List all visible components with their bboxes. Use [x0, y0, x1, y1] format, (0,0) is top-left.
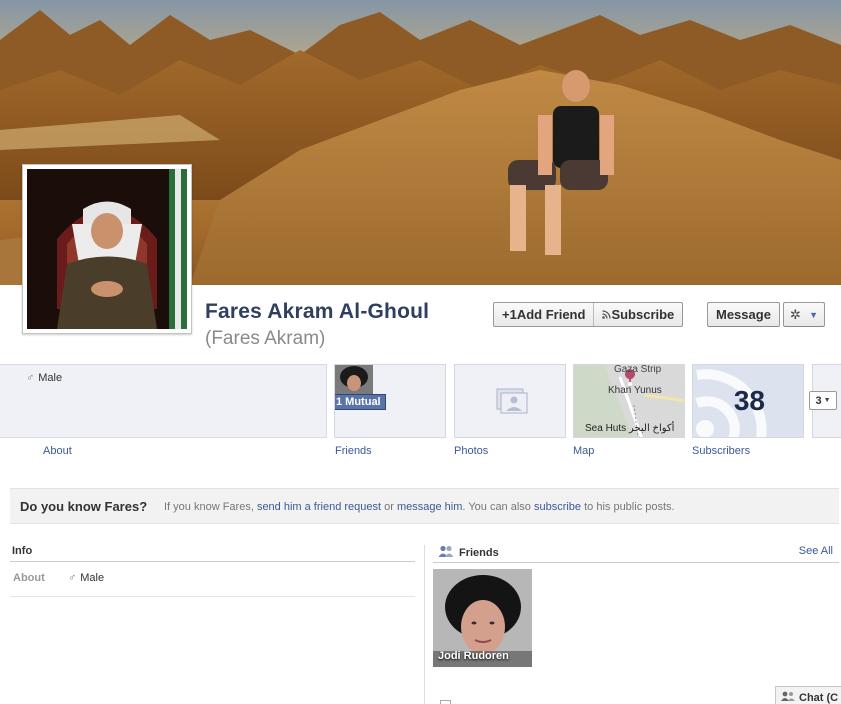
gear-dropdown-button[interactable]: ✲ ▼ [783, 302, 825, 327]
map-label-3: Sea Huts أكواخ البحر [585, 423, 675, 434]
profile-picture[interactable] [22, 164, 192, 334]
about-link[interactable]: About [43, 445, 72, 457]
about-box[interactable]: ♂ Male [0, 364, 327, 438]
friend-subscribe-group: +1 Add Friend Subscribe [493, 302, 684, 327]
male-icon: ♂ [68, 572, 77, 584]
chat-bar-button[interactable]: Chat (C [775, 686, 841, 704]
gender-row: ♂ Male [26, 372, 62, 384]
profile-name: Fares Akram Al-Ghoul [205, 300, 430, 323]
subscribe-link[interactable]: subscribe [534, 501, 581, 513]
do-you-know-bar: Do you know Fares? If you know Fares, se… [10, 488, 839, 524]
know-text-4: to his public posts. [581, 501, 675, 513]
info-heading: Info [12, 545, 33, 557]
add-friend-label: Add Friend [516, 307, 586, 322]
chevron-down-icon: ▼ [809, 309, 818, 320]
friend-card[interactable]: Jodi Rudoren [433, 569, 532, 667]
do-you-know-question: Do you know Fares? [20, 499, 148, 514]
profile-summary-strip: ♂ Male About 1 Mutual Friends Photos Gaz… [0, 364, 841, 474]
message-label: Message [716, 307, 771, 322]
friend-name: Jodi Rudoren [438, 650, 509, 662]
column-separator [424, 545, 425, 704]
chevron-down-icon: ▼ [823, 397, 831, 404]
info-gender: ♂ Male [68, 572, 104, 584]
friends-divider [433, 562, 839, 563]
more-sections-dropdown[interactable]: 3 ▼ [809, 391, 837, 410]
friends-heading-text: Friends [459, 546, 499, 559]
mutual-friends-badge: 1 Mutual [335, 394, 386, 410]
message-button[interactable]: Message [707, 302, 780, 327]
gender-text: Male [38, 372, 63, 384]
know-text-3: . You can also [462, 501, 534, 513]
chat-label: Chat (C [799, 691, 839, 704]
send-friend-request-link[interactable]: send him a friend request [257, 501, 381, 513]
map-link[interactable]: Map [573, 445, 594, 457]
subscribe-button[interactable]: Subscribe [593, 303, 682, 326]
friend-thumbnail [335, 365, 373, 395]
map-tile[interactable]: Gaza Strip Khan Yunus Sea Huts أكواخ الب… [573, 364, 685, 438]
see-all-friends-link[interactable]: See All [799, 545, 833, 557]
photos-placeholder-icon [496, 388, 528, 414]
know-text-2: or [381, 501, 397, 513]
male-icon: ♂ [26, 372, 35, 384]
info-row-divider [10, 596, 415, 597]
subscribers-link[interactable]: Subscribers [692, 445, 750, 457]
map-label-1: Gaza Strip [614, 364, 662, 375]
friends-link[interactable]: Friends [335, 445, 372, 457]
photos-tile[interactable] [454, 364, 566, 438]
subscribers-count: 38 [733, 385, 765, 416]
photos-link[interactable]: Photos [454, 445, 488, 457]
do-you-know-text: If you know Fares, send him a friend req… [164, 501, 675, 513]
rss-icon [602, 307, 612, 322]
checkbox[interactable] [440, 700, 451, 704]
know-text-1: If you know Fares, [164, 501, 257, 513]
gear-icon: ✲ [790, 306, 801, 322]
info-divider [10, 561, 415, 562]
friends-icon [438, 545, 454, 560]
subscribe-label: Subscribe [611, 307, 675, 322]
add-friend-icon: +1 [502, 307, 517, 322]
info-gender-text: Male [80, 572, 105, 584]
message-him-link[interactable]: message him [397, 501, 462, 513]
chat-icon [781, 691, 795, 704]
map-label-2: Khan Yunus [608, 385, 662, 396]
friends-heading: Friends [438, 545, 499, 560]
profile-page: Fares Akram Al-Ghoul (Fares Akram) +1 Ad… [0, 0, 841, 704]
friends-tile[interactable]: 1 Mutual [334, 364, 446, 438]
more-count: 3 [815, 394, 822, 407]
subscribers-tile[interactable]: 38 [692, 364, 804, 438]
profile-alternate-name: (Fares Akram) [205, 328, 326, 349]
add-friend-button[interactable]: +1 Add Friend [494, 303, 593, 326]
profile-photo [27, 169, 187, 329]
info-about-label: About [13, 572, 45, 584]
